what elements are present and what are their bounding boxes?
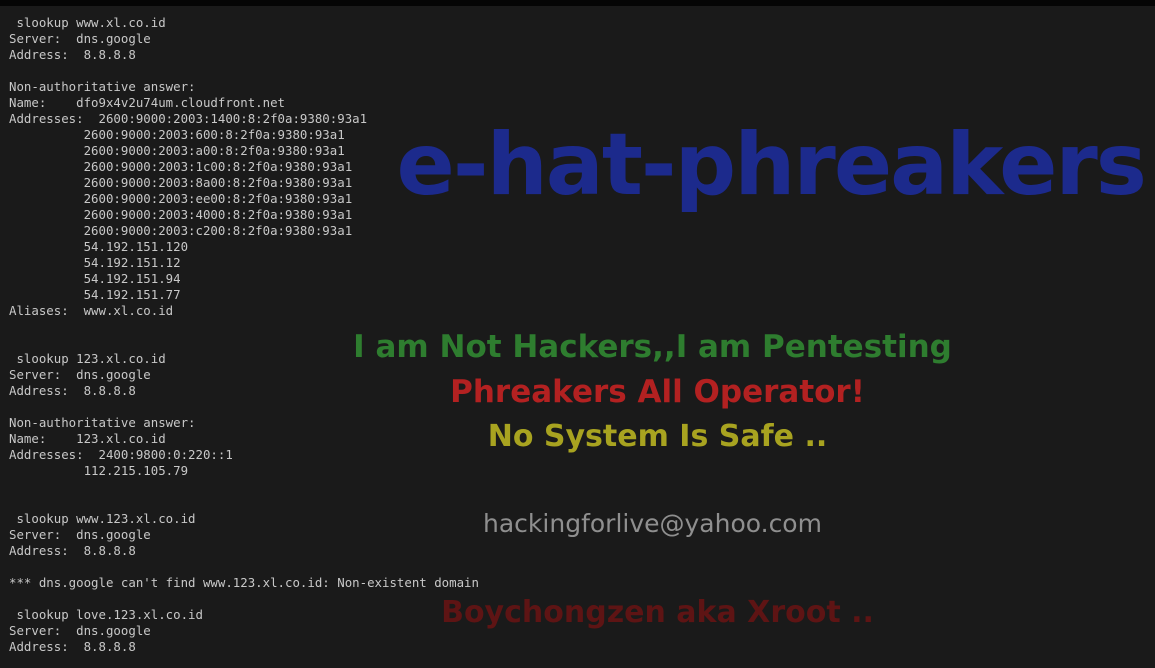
console-line: 54.192.151.120 bbox=[9, 239, 189, 254]
console-line: slookup 123.xl.co.id bbox=[9, 351, 166, 366]
console-line: 54.192.151.77 bbox=[9, 287, 181, 302]
console-line: 2600:9000:2003:600:8:2f0a:9380:93a1 bbox=[9, 127, 345, 142]
console-line: Non-authoritative answer: bbox=[9, 415, 196, 430]
console-line: Address: 8.8.8.8 bbox=[9, 47, 136, 62]
console-line: Address: 8.8.8.8 bbox=[9, 543, 136, 558]
console-line: 2600:9000:2003:ee00:8:2f0a:9380:93a1 bbox=[9, 191, 353, 206]
console-line: Non-authoritative answer: bbox=[9, 79, 196, 94]
terminal-screen: e-hat-phreakers I am Not Hackers,,I am P… bbox=[0, 0, 1155, 668]
console-line: Address: 8.8.8.8 bbox=[9, 639, 136, 654]
console-line: Name: dfo9x4v2u74um.cloudfront.net bbox=[9, 95, 286, 110]
console-line: 2600:9000:2003:1c00:8:2f0a:9380:93a1 bbox=[9, 159, 353, 174]
console-line: Server: dns.google bbox=[9, 367, 151, 382]
console-output[interactable]: slookup www.xl.co.id Server: dns.google Ad… bbox=[9, 15, 709, 655]
console-line: *** dns.google can't find www.123.xl.co.… bbox=[9, 575, 479, 590]
console-line: Name: 123.xl.co.id bbox=[9, 431, 166, 446]
console-line: Addresses: 2600:9000:2003:1400:8:2f0a:93… bbox=[9, 111, 368, 126]
console-line: 54.192.151.12 bbox=[9, 255, 181, 270]
console-line: Server: dns.google bbox=[9, 31, 151, 46]
console-line: 2600:9000:2003:c200:8:2f0a:9380:93a1 bbox=[9, 223, 353, 238]
console-line: Server: dns.google bbox=[9, 623, 151, 638]
console-line: 54.192.151.94 bbox=[9, 271, 181, 286]
console-line: 2600:9000:2003:a00:8:2f0a:9380:93a1 bbox=[9, 143, 345, 158]
console-line: Aliases: www.xl.co.id bbox=[9, 303, 174, 318]
console-line: 2600:9000:2003:8a00:8:2f0a:9380:93a1 bbox=[9, 175, 353, 190]
console-line: Server: dns.google bbox=[9, 527, 151, 542]
console-line: Address: 8.8.8.8 bbox=[9, 383, 136, 398]
console-line: slookup love.123.xl.co.id bbox=[9, 607, 203, 622]
console-line: slookup www.xl.co.id bbox=[9, 15, 166, 30]
console-line: 112.215.105.79 bbox=[9, 463, 189, 478]
console-line: 2600:9000:2003:4000:8:2f0a:9380:93a1 bbox=[9, 207, 353, 222]
console-line: Addresses: 2400:9800:0:220::1 bbox=[9, 447, 233, 462]
console-line: slookup www.123.xl.co.id bbox=[9, 511, 196, 526]
